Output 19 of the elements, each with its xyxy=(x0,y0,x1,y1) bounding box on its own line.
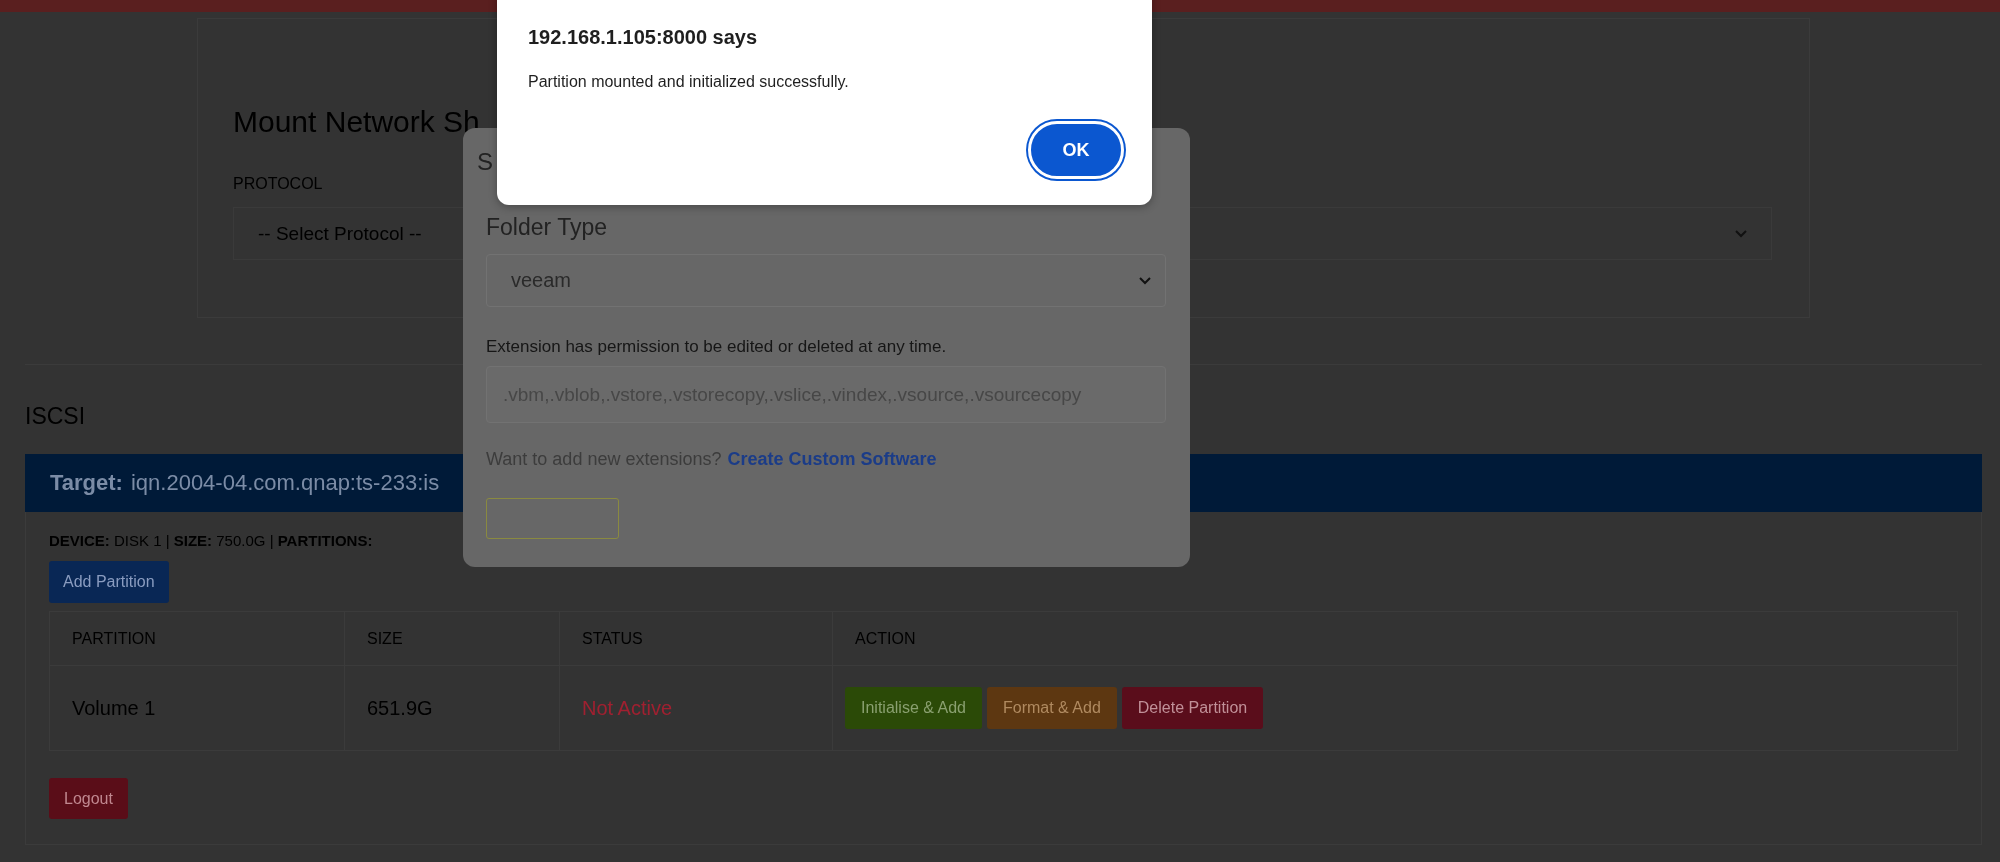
target-label: Target: xyxy=(50,470,123,496)
extension-note: Extension has permission to be edited or deleted at any time. xyxy=(486,337,948,357)
action-button[interactable]: Delete Partition xyxy=(1121,687,1264,729)
chevron-down-icon xyxy=(1139,276,1151,285)
modal-title: S xyxy=(477,148,493,176)
status-cell: Not Active xyxy=(559,665,833,751)
alert-message: Partition mounted and initialized successfully. xyxy=(528,73,850,91)
field-label: Folder Type xyxy=(486,214,609,241)
add-partition-button[interactable]: Add Partition xyxy=(49,561,169,603)
input-field[interactable] xyxy=(486,498,619,539)
action-button[interactable]: Format & Add xyxy=(986,687,1117,729)
logout-button[interactable]: Logout xyxy=(49,778,128,819)
chevron-down-icon xyxy=(1735,229,1747,238)
action-button[interactable]: Initialise & Add xyxy=(845,687,982,729)
alert-title: 192.168.1.105:8000 says xyxy=(528,26,759,49)
target-name: iqn.2004-04.com.qnap:ts-233:is xyxy=(130,470,440,496)
custom-software-link[interactable]: Create Custom Software xyxy=(727,449,937,470)
ok-button[interactable]: OK xyxy=(1028,121,1124,179)
folder-type-select[interactable]: veeam xyxy=(486,254,1166,307)
